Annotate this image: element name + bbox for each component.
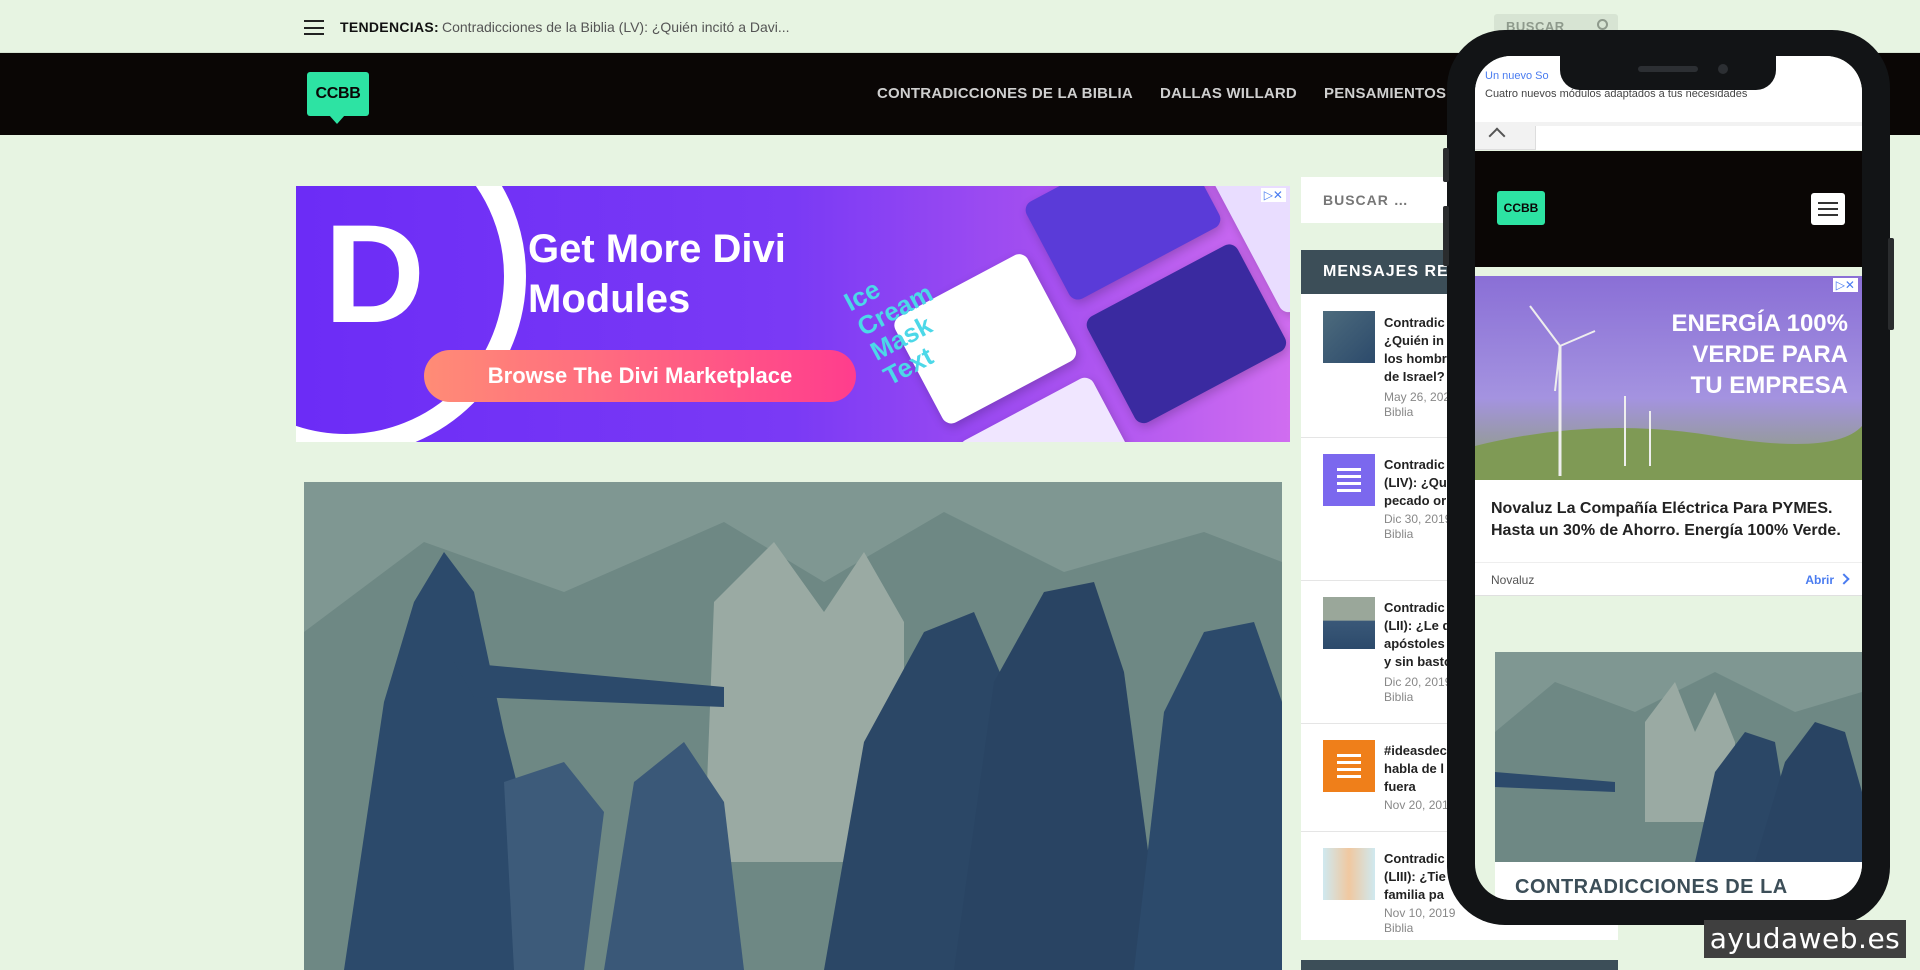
phone-collapse-bar — [1475, 122, 1862, 150]
phone-side-button — [1443, 148, 1449, 182]
watermark: ayudaweb.es — [1704, 920, 1906, 958]
divi-ad-banner[interactable]: D Ice Cream Mask Text Get More Divi Modu… — [296, 186, 1290, 442]
trending-link[interactable]: Contradicciones de la Biblia (LV): ¿Quié… — [442, 19, 790, 35]
post-meta: May 26, 202 Biblia — [1384, 390, 1451, 419]
sidebar-search-placeholder: BUSCAR … — [1323, 192, 1409, 208]
recent-posts-heading-text: MENSAJES RE — [1323, 263, 1449, 280]
nav-item-pensamientos[interactable]: PENSAMIENTOS — [1324, 85, 1446, 102]
phone-ad-advertiser: Novaluz — [1491, 573, 1535, 587]
post-title[interactable]: #ideasdec habla de l fuera — [1384, 742, 1447, 796]
phone-adchoices-close-icon[interactable]: ▷✕ — [1832, 278, 1858, 292]
post-title[interactable]: Contradic ¿Quién in los hombr de Israel? — [1384, 314, 1447, 386]
phone-post-card[interactable]: CONTRADICCIONES DE LA — [1495, 862, 1862, 900]
post-thumbnail[interactable] — [1323, 311, 1375, 363]
ad-cta-button[interactable]: Browse The Divi Marketplace — [424, 350, 856, 402]
post-title[interactable]: Contradic (LII): ¿Le d apóstoles y sin b… — [1384, 599, 1452, 671]
phone-ad-footer: Novaluz Abrir — [1475, 562, 1862, 596]
phone-ad-card[interactable]: ENERGÍA 100% VERDE PARA TU EMPRESA ▷✕ No… — [1475, 276, 1862, 596]
phone-navbar: CCBB — [1475, 151, 1862, 267]
phone-mockup: Un nuevo So Cuatro nuevos módulos adapta… — [1443, 30, 1894, 925]
post-thumbnail[interactable] — [1323, 597, 1375, 649]
post-meta: Dic 20, 2019 Biblia — [1384, 675, 1452, 704]
nav-item-dallas-willard[interactable]: DALLAS WILLARD — [1160, 85, 1297, 102]
adchoices-close-icon[interactable]: ▷✕ — [1260, 188, 1286, 202]
post-meta: Nov 10, 2019 Biblia — [1384, 906, 1456, 935]
post-meta: Nov 20, 2019 — [1384, 798, 1456, 812]
phone-notch — [1560, 56, 1776, 90]
hamburger-menu-icon[interactable] — [304, 20, 324, 35]
phone-power-button — [1888, 238, 1894, 330]
chevron-up-icon[interactable] — [1488, 127, 1506, 145]
phone-post-title[interactable]: CONTRADICCIONES DE LA — [1515, 876, 1788, 899]
phone-ad-body: Novaluz La Compañía Eléctrica Para PYMES… — [1491, 500, 1841, 539]
post-title[interactable]: Contradic (LIV): ¿Qu pecado or — [1384, 456, 1447, 510]
phone-ad-open-button[interactable]: Abrir — [1805, 573, 1834, 587]
phone-menu-icon[interactable] — [1811, 193, 1845, 225]
trending-label: TENDENCIAS: — [340, 19, 439, 35]
post-title[interactable]: Contradic (LIII): ¿Tie familia pa — [1384, 850, 1446, 904]
phone-banner-title: Un nuevo So — [1485, 70, 1549, 82]
nav-item-contradicciones[interactable]: CONTRADICCIONES DE LA BIBLIA — [877, 85, 1133, 102]
chevron-right-icon[interactable] — [1838, 573, 1850, 585]
divi-logo-letter: D — [324, 195, 426, 352]
phone-volume-button — [1443, 206, 1449, 266]
document-icon[interactable] — [1323, 454, 1375, 506]
sidebar-next-widget-heading — [1301, 960, 1618, 970]
site-logo[interactable]: CCBB — [307, 72, 369, 124]
post-meta: Dic 30, 2019 Biblia — [1384, 512, 1452, 541]
document-icon[interactable] — [1323, 740, 1375, 792]
phone-site-logo[interactable]: CCBB — [1497, 191, 1545, 225]
phone-ad-headline: ENERGÍA 100% VERDE PARA TU EMPRESA — [1671, 310, 1848, 399]
phone-ad-image: ENERGÍA 100% VERDE PARA TU EMPRESA ▷✕ — [1475, 276, 1862, 480]
ad-headline: Get More Divi Modules — [528, 227, 786, 321]
phone-screen: Un nuevo So Cuatro nuevos módulos adapta… — [1475, 56, 1862, 900]
phone-featured-image[interactable] — [1495, 652, 1862, 862]
search-icon[interactable] — [1597, 19, 1608, 30]
article-featured-image[interactable] — [304, 482, 1282, 970]
thumbs-up-down-icon[interactable] — [1323, 848, 1375, 900]
